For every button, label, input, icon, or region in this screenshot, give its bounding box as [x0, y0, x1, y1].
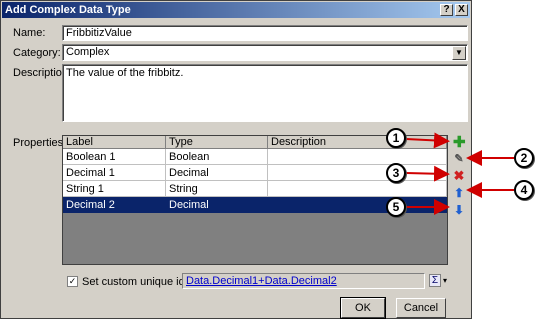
arrow-3	[405, 165, 450, 182]
callout-4: 4	[514, 180, 534, 200]
annotation-arrows	[405, 132, 514, 215]
callout-5: 5	[386, 197, 406, 217]
callout-2: 2	[514, 148, 534, 168]
arrow-1	[405, 132, 450, 149]
callout-1: 1	[386, 128, 406, 148]
callout-3: 3	[386, 163, 406, 183]
